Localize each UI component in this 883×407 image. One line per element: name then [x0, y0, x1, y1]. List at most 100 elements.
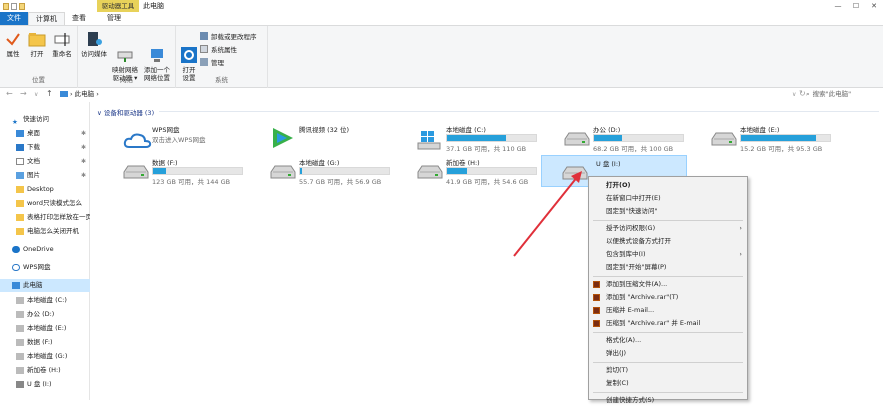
properties-quick-icon[interactable] [3, 2, 9, 10]
maximize-button[interactable]: ☐ [847, 0, 865, 12]
checkmark-quick-icon[interactable] [11, 2, 17, 10]
open-button[interactable]: 打开 [27, 30, 47, 58]
section-header[interactable]: ∨ 设备和驱动器 (3) [97, 107, 154, 117]
settings-gear-icon [180, 38, 198, 63]
menu-item-eject[interactable]: 弹出(J) [589, 347, 747, 360]
title-bar: 驱动器工具 此电脑 — ☐ ✕ [0, 0, 883, 12]
properties-button[interactable]: 属性 [3, 30, 23, 58]
uninstall-icon [200, 32, 208, 40]
tile-drive-d[interactable]: 办公 (D:) 68.2 GB 可用，共 100 GB [561, 122, 707, 154]
usage-bar [740, 134, 831, 142]
up-arrow-icon[interactable]: ↑ [46, 89, 53, 98]
menu-item-format[interactable]: 格式化(A)... [589, 334, 747, 347]
sidebar-item-drive-c[interactable]: 本地磁盘 (C:) [0, 294, 90, 307]
tile-drive-f[interactable]: 数据 (F:) 123 GB 可用，共 144 GB [120, 155, 266, 187]
menu-item-create-shortcut[interactable]: 创建快捷方式(S) [589, 394, 747, 407]
folder-quick-icon[interactable] [19, 2, 25, 10]
address-dropdown-icon[interactable]: ∨ [792, 91, 796, 98]
sidebar-item-drive-f[interactable]: 数据 (F:) [0, 336, 90, 349]
network-group-label: 网络 [120, 76, 133, 84]
usb-drive-icon [16, 380, 24, 388]
folder-open-icon [28, 30, 46, 48]
sidebar-item-onedrive[interactable]: OneDrive [0, 243, 90, 256]
sidebar-item-quick-access[interactable]: ★ 快速访问 [0, 113, 90, 126]
menu-item-pin-quick-access[interactable]: 固定到"快速访问" [589, 205, 747, 218]
sidebar-item-drive-d[interactable]: 办公 (D:) [0, 308, 90, 321]
menu-item-compress-email[interactable]: 压缩并 E-mail... [589, 304, 747, 317]
sidebar-item-desktop-folder[interactable]: Desktop [0, 183, 90, 196]
sidebar-item-folder-2[interactable]: 表格打印怎样放在一页 [0, 211, 90, 224]
drive-icon [16, 366, 24, 374]
close-button[interactable]: ✕ [865, 0, 883, 12]
tab-manage[interactable]: 管理 [93, 12, 128, 25]
tile-drive-h[interactable]: 新加卷 (H:) 41.9 GB 可用，共 54.6 GB [414, 155, 560, 187]
access-media-button[interactable]: 访问媒体 [80, 30, 108, 58]
winrar-icon [593, 294, 600, 301]
menu-item-cut[interactable]: 剪切(T) [589, 364, 747, 377]
tab-computer[interactable]: 计算机 [28, 12, 65, 25]
submenu-arrow-icon: › [739, 224, 742, 232]
tile-drive-g[interactable]: 本地磁盘 (G:) 55.7 GB 可用，共 56.9 GB [267, 155, 413, 187]
sidebar-item-documents[interactable]: 文档 ✱ [0, 155, 90, 168]
menu-item-pin-start[interactable]: 固定到"开始"屏幕(P) [589, 261, 747, 274]
tile-wps-cloud[interactable]: WPS网盘 双击进入WPS网盘 [120, 122, 266, 154]
rename-button[interactable]: 重命名 [50, 30, 74, 58]
refresh-icon[interactable]: ↻ [799, 89, 806, 98]
menu-item-open[interactable]: 打开(O) [589, 179, 747, 192]
chevron-down-icon: ∨ [97, 109, 104, 117]
pin-icon: ✱ [80, 130, 86, 137]
uninstall-program-button[interactable]: 卸载或更改程序 [200, 31, 257, 41]
sidebar-item-desktop[interactable]: 桌面 ✱ [0, 127, 90, 140]
desktop-icon [16, 129, 24, 137]
drive-icon [16, 310, 24, 318]
sidebar-item-drive-h[interactable]: 新加卷 (H:) [0, 364, 90, 377]
drive-icon [16, 352, 24, 360]
sidebar-item-folder-3[interactable]: 电脑怎么关闭开机 [0, 225, 90, 238]
tile-tencent-video[interactable]: 腾讯视频 (32 位) [267, 122, 413, 154]
usage-bar [299, 167, 390, 175]
menu-item-open-new-window[interactable]: 在新窗口中打开(E) [589, 192, 747, 205]
folder-icon [16, 227, 24, 235]
cloud-icon [123, 131, 152, 148]
pin-icon: ✱ [80, 172, 86, 179]
address-bar[interactable]: › 此电脑 › [60, 89, 99, 100]
star-icon: ★ [12, 117, 18, 126]
manage-button[interactable]: 管理 [200, 57, 224, 67]
pictures-icon [16, 171, 24, 179]
menu-item-compress-rar-email[interactable]: 压缩到 "Archive.rar" 并 E-mail [589, 317, 747, 330]
menu-separator [593, 362, 743, 363]
sidebar-item-this-pc[interactable]: 此电脑 [0, 279, 90, 292]
minimize-button[interactable]: — [829, 0, 847, 12]
menu-item-add-to-archive-rar[interactable]: 添加到 "Archive.rar"(T) [589, 291, 747, 304]
sidebar-item-drive-e[interactable]: 本地磁盘 (E:) [0, 322, 90, 335]
menu-item-add-to-archive[interactable]: 添加到压缩文件(A)... [589, 278, 747, 291]
network-drive-icon [116, 38, 134, 62]
drive-icon [711, 131, 737, 147]
submenu-arrow-icon: › [739, 250, 742, 258]
back-arrow-icon[interactable]: ← [6, 89, 13, 98]
usage-fill [741, 135, 816, 141]
menu-separator [593, 332, 743, 333]
sidebar-item-pictures[interactable]: 图片 ✱ [0, 169, 90, 182]
tab-view[interactable]: 查看 [65, 12, 93, 25]
search-input[interactable]: ⌕ 搜索"此电脑" [806, 89, 851, 100]
sidebar-item-drive-i[interactable]: U 盘 (I:) [0, 378, 90, 391]
sidebar-item-wps-cloud[interactable]: WPS网盘 [0, 261, 90, 274]
recent-dropdown-icon[interactable]: ∨ [34, 91, 38, 98]
menu-item-copy[interactable]: 复制(C) [589, 377, 747, 390]
system-properties-button[interactable]: 系统属性 [200, 44, 237, 54]
menu-item-include-library[interactable]: 包含到库中(I) › [589, 248, 747, 261]
sidebar-item-folder-1[interactable]: word只读模式怎么 [0, 197, 90, 210]
tile-drive-e[interactable]: 本地磁盘 (E:) 15.2 GB 可用，共 95.3 GB [708, 122, 854, 154]
section-divider [159, 111, 879, 112]
sidebar-item-drive-g[interactable]: 本地磁盘 (G:) [0, 350, 90, 363]
sidebar-item-downloads[interactable]: 下载 ✱ [0, 141, 90, 154]
usage-fill [447, 168, 468, 174]
drive-icon [270, 164, 296, 180]
menu-item-give-access[interactable]: 授予访问权限(G) › [589, 222, 747, 235]
menu-item-open-portable[interactable]: 以便携式设备方式打开 [589, 235, 747, 248]
tile-drive-c[interactable]: 本地磁盘 (C:) 37.1 GB 可用，共 110 GB [414, 122, 560, 154]
quick-access-toolbar[interactable] [3, 1, 33, 11]
tab-file[interactable]: 文件 [0, 12, 28, 25]
forward-arrow-icon[interactable]: → [20, 89, 27, 98]
